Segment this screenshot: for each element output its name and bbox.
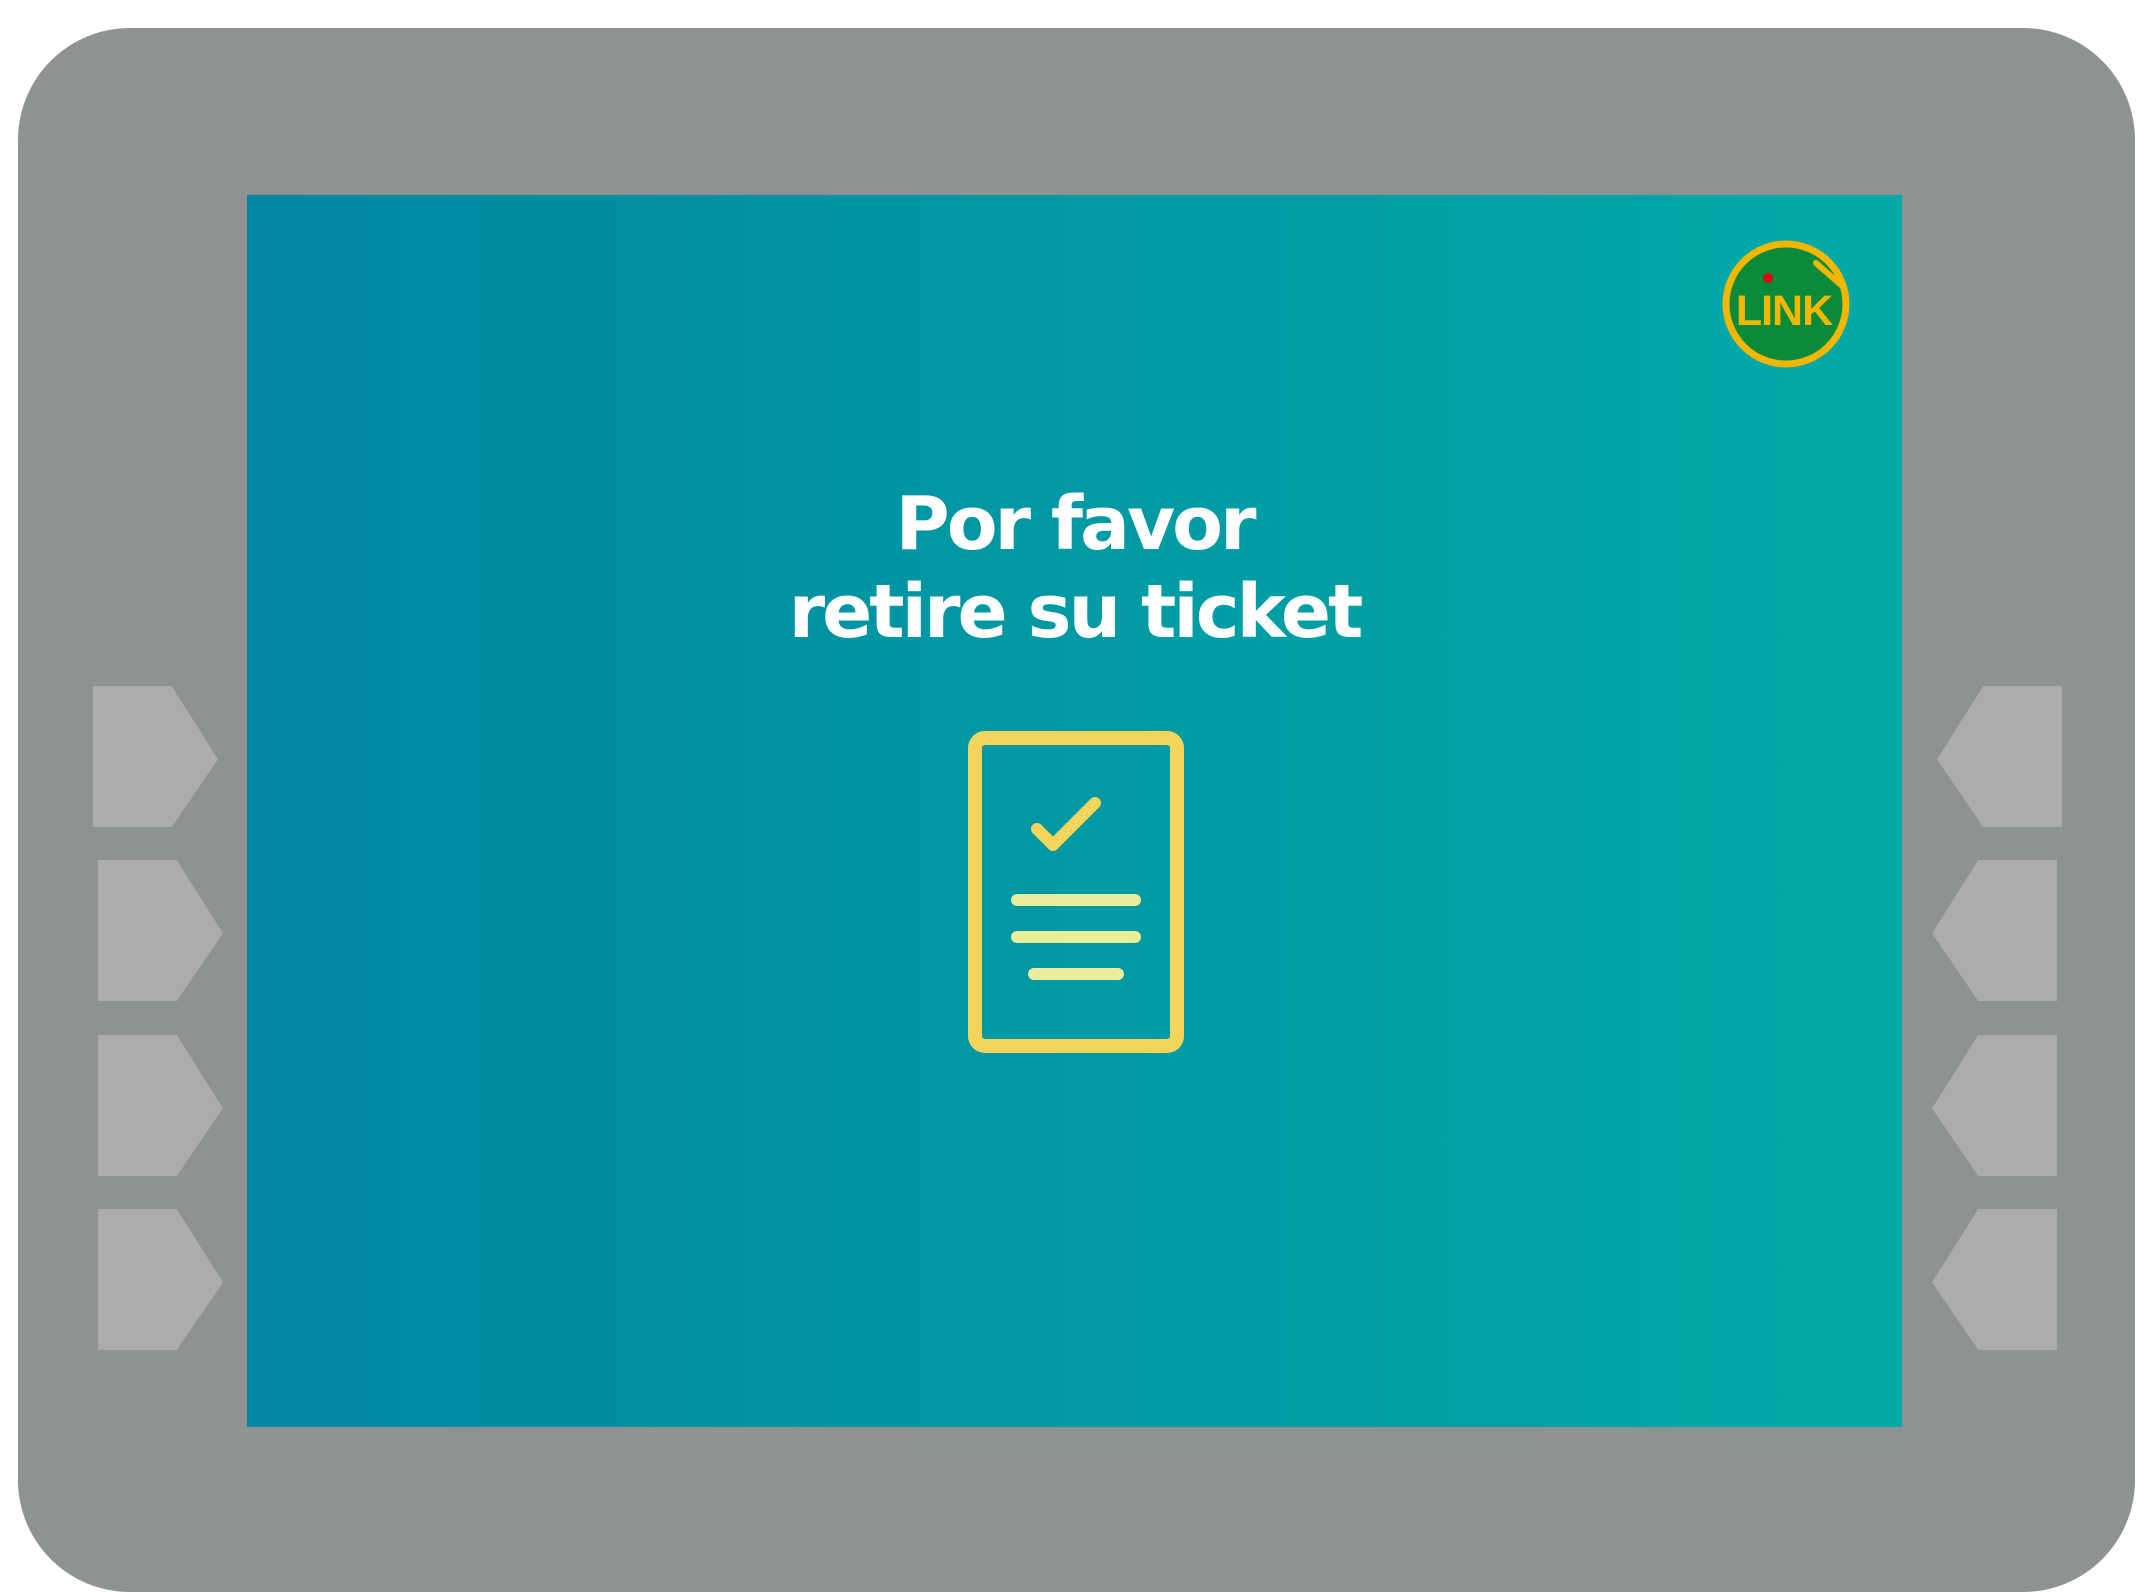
receipt-check-icon [968,731,1184,1053]
instruction-line-1: Por favor [895,481,1256,567]
instruction-line-2: retire su ticket [788,569,1364,655]
instruction-message: Por favor retire su ticket [247,480,1902,656]
logo-dot-icon [1763,273,1773,283]
logo-text: LINK [1736,287,1833,335]
link-logo: LINK [1722,240,1850,368]
atm-screen: LINK Por favor retire su ticket [247,195,1902,1427]
